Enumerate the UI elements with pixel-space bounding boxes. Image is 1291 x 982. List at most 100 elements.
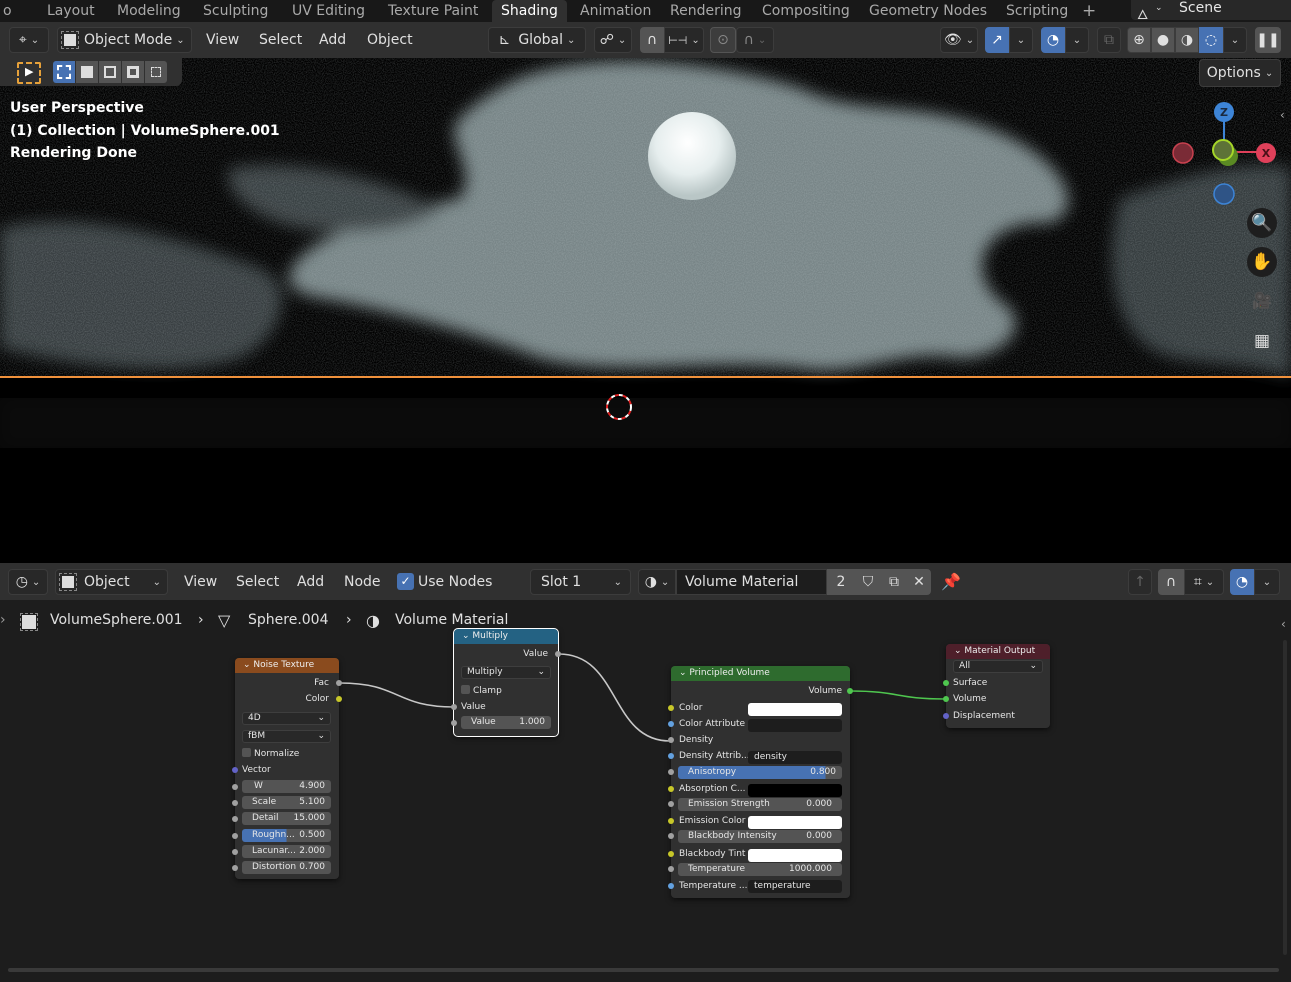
gizmo-neg-x[interactable]	[1172, 142, 1194, 164]
socket-absorption-color[interactable]	[668, 786, 674, 792]
socket-temperature[interactable]	[668, 866, 674, 872]
overlays-toggle[interactable]: ◔	[1041, 27, 1065, 53]
menu-add[interactable]: Add	[297, 569, 324, 595]
temperature-attribute-field[interactable]: temperature	[748, 880, 842, 893]
tab-scripting[interactable]: Scripting	[997, 0, 1077, 22]
menu-select[interactable]: Select	[259, 27, 302, 53]
field-scale[interactable]: Scale 5.100	[242, 796, 331, 809]
select-mode-subtract[interactable]	[99, 61, 121, 83]
overlays-dropdown[interactable]: ⌄	[1254, 569, 1280, 595]
fake-user-button[interactable]: ⛉	[855, 569, 881, 595]
field-emission-strength[interactable]: Emission Strength 0.000	[678, 798, 842, 811]
operation-dropdown[interactable]: Multiply ⌄	[461, 666, 551, 679]
socket-surface[interactable]	[943, 680, 949, 686]
node-material-output[interactable]: ⌄ Material Output All ⌄ Surface Volume Di…	[943, 644, 1050, 728]
toggle-ortho-button[interactable]: ▦	[1247, 326, 1277, 356]
density-attribute-field[interactable]: density	[748, 751, 842, 764]
socket-distortion[interactable]	[232, 865, 238, 871]
tab-uv-editing[interactable]: UV Editing	[283, 0, 374, 22]
shading-rendered[interactable]: ◌	[1199, 27, 1223, 53]
socket-value-in-1[interactable]	[451, 704, 457, 710]
pan-view-button[interactable]: ✋	[1247, 247, 1277, 277]
horizontal-scrollbar[interactable]	[8, 968, 1279, 972]
proportional-edit-toggle[interactable]: ⊙	[710, 27, 736, 53]
socket-displacement[interactable]	[943, 713, 949, 719]
socket-density-attribute[interactable]	[668, 753, 674, 759]
socket-color[interactable]	[668, 705, 674, 711]
socket-w[interactable]	[232, 784, 238, 790]
socket-volume-out[interactable]	[847, 688, 853, 694]
field-value[interactable]: Value 1.000	[461, 716, 551, 729]
absorption-color-swatch[interactable]	[748, 784, 842, 797]
menu-view[interactable]: View	[206, 27, 239, 53]
menu-select[interactable]: Select	[236, 569, 279, 595]
target-dropdown[interactable]: All ⌄	[953, 660, 1043, 673]
snap-target-dropdown[interactable]: ⊢⊣ ⌄	[664, 27, 704, 53]
select-mode-extend[interactable]	[76, 61, 98, 83]
node-math-multiply[interactable]: ⌄ Multiply Value Multiply ⌄ Clamp Value V…	[451, 628, 561, 737]
gizmo-y[interactable]	[1212, 139, 1234, 161]
tab-shading[interactable]: Shading	[492, 0, 567, 22]
gizmo-dropdown[interactable]: ⌄	[1009, 27, 1033, 53]
blackbody-tint-swatch[interactable]	[748, 849, 842, 862]
pin-icon[interactable]: 📌	[941, 572, 961, 591]
overlays-dropdown[interactable]: ⌄	[1065, 27, 1089, 53]
editor-type-button[interactable]: ⌖ ⌄	[9, 27, 49, 53]
field-lacunarity[interactable]: Lacunar... 2.000	[242, 845, 331, 858]
menu-overflow[interactable]: o	[0, 0, 21, 22]
socket-value-in-2[interactable]	[451, 720, 457, 726]
select-mode-intersect[interactable]	[145, 61, 167, 83]
socket-volume-in[interactable]	[943, 696, 949, 702]
gizmo-toggle[interactable]: ↗	[985, 27, 1009, 53]
socket-emission-color[interactable]	[668, 818, 674, 824]
scene-selector[interactable]: 🜂 ⌄ Scene	[1131, 0, 1291, 23]
pause-render-button[interactable]: ❚❚	[1255, 27, 1281, 53]
socket-fac[interactable]	[336, 680, 342, 686]
socket-vector[interactable]	[232, 767, 238, 773]
select-tool-icon[interactable]: ▶	[17, 62, 41, 84]
tab-layout[interactable]: Layout	[38, 0, 104, 22]
snap-toggle[interactable]: ∩	[1158, 569, 1184, 595]
field-detail[interactable]: Detail 15.000	[242, 812, 331, 825]
selectability-dropdown[interactable]: 👁 ⌄	[940, 27, 978, 53]
3d-viewport[interactable]: ▶ Options ⌄ User Perspective (1) Collecti…	[0, 58, 1291, 563]
dimensions-dropdown[interactable]: 4D ⌄	[242, 712, 331, 725]
socket-blackbody-tint[interactable]	[668, 851, 674, 857]
socket-blackbody-intensity[interactable]	[668, 833, 674, 839]
socket-detail[interactable]	[232, 816, 238, 822]
overlays-toggle[interactable]: ◔	[1230, 569, 1254, 595]
field-anisotropy[interactable]: Anisotropy 0.800	[678, 766, 842, 779]
browse-material-button[interactable]: ◑ ⌄	[638, 569, 676, 595]
node-principled-volume[interactable]: ⌄ Principled Volume Volume Color Color A…	[668, 666, 853, 898]
field-roughness[interactable]: Roughn... 0.500	[242, 829, 331, 842]
snap-toggle[interactable]: ∩	[640, 27, 664, 53]
mode-dropdown[interactable]: Object Mode ⌄	[57, 27, 192, 53]
duplicate-material-button[interactable]: ⧉	[881, 569, 907, 595]
socket-lacunarity[interactable]	[232, 849, 238, 855]
tab-compositing[interactable]: Compositing	[753, 0, 859, 22]
snap-target-dropdown[interactable]: ⌗ ⌄	[1184, 569, 1224, 595]
navigation-gizmo[interactable]: Z X	[1165, 98, 1285, 208]
node-noise-texture[interactable]: ⌄ Noise Texture Fac Color 4D ⌄ fBM ⌄ Norma…	[232, 658, 342, 879]
options-dropdown[interactable]: Options ⌄	[1199, 59, 1281, 87]
tab-sculpting[interactable]: Sculpting	[194, 0, 277, 22]
sidebar-toggle[interactable]: ‹	[1280, 108, 1291, 126]
shader-type-dropdown[interactable]: Object ⌄	[55, 569, 168, 595]
falloff-dropdown[interactable]: ∩ ⌄	[736, 27, 774, 53]
menu-add[interactable]: Add	[319, 27, 346, 53]
color-swatch[interactable]	[748, 703, 842, 716]
socket-scale[interactable]	[232, 800, 238, 806]
unlink-material-button[interactable]: ✕	[907, 569, 931, 595]
node-header[interactable]: ⌄ Noise Texture	[235, 658, 339, 673]
camera-view-button[interactable]: 🎥	[1247, 286, 1277, 316]
add-workspace-button[interactable]: +	[1073, 0, 1105, 22]
field-w[interactable]: W 4.900	[242, 780, 331, 793]
vertical-scrollbar[interactable]	[1283, 640, 1287, 955]
menu-view[interactable]: View	[184, 569, 217, 595]
user-count-button[interactable]: 2	[827, 569, 855, 595]
shading-dropdown[interactable]: ⌄	[1223, 27, 1247, 53]
node-editor-canvas[interactable]: › VolumeSphere.001 › ▽ Sphere.004 › ◑ Vo…	[0, 600, 1291, 982]
menu-node[interactable]: Node	[344, 569, 381, 595]
editor-type-button[interactable]: ◷ ⌄	[8, 569, 48, 595]
shading-material[interactable]: ◑	[1175, 27, 1199, 53]
